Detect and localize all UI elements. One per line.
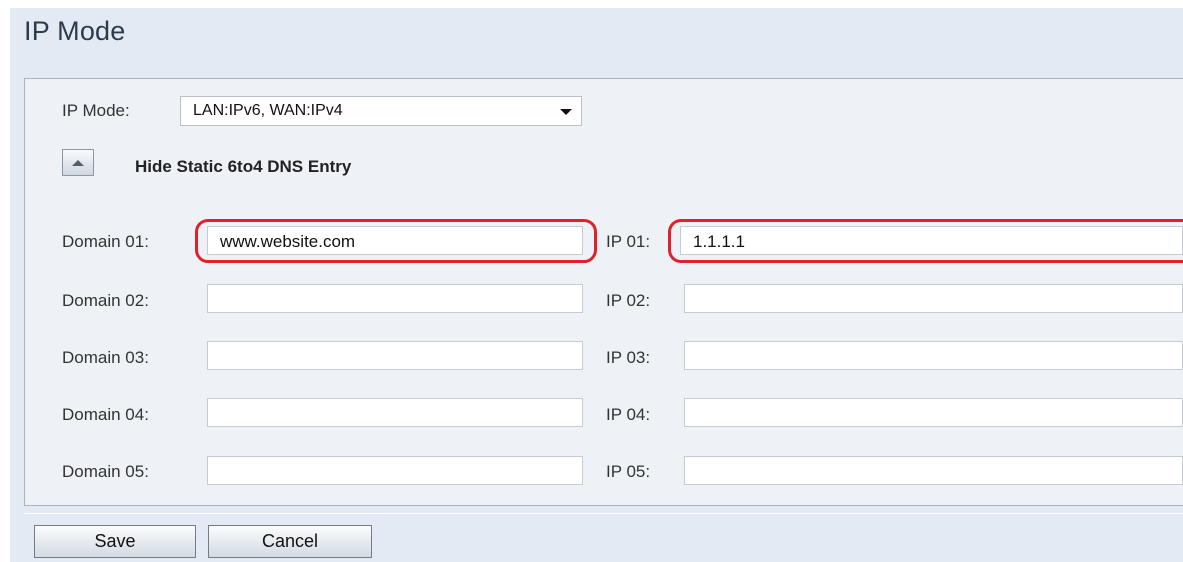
domain-05-field[interactable] (207, 456, 583, 485)
ip-mode-label: IP Mode: (62, 101, 130, 120)
ip-mode-selected-value: LAN:IPv6, WAN:IPv4 (193, 102, 343, 119)
ip-02-label: IP 02: (606, 291, 651, 310)
domain-03-label: Domain 03: (62, 348, 149, 367)
domain-02-label: Domain 02: (62, 291, 149, 310)
chevron-down-icon (560, 109, 572, 115)
domain-04-field[interactable] (207, 398, 583, 427)
divider (24, 513, 1183, 514)
save-button[interactable]: Save (34, 525, 196, 558)
ip-mode-select[interactable]: LAN:IPv6, WAN:IPv4 (180, 96, 582, 126)
ip-05-label: IP 05: (606, 462, 651, 481)
page-title: IP Mode (24, 16, 126, 46)
section-title: Hide Static 6to4 DNS Entry (135, 157, 352, 176)
domain-01-field[interactable]: www.website.com (207, 226, 583, 255)
ip-01-value: 1.1.1.1 (693, 232, 745, 251)
ip-03-label: IP 03: (606, 348, 651, 367)
domain-02-field[interactable] (207, 284, 583, 313)
ip-04-field[interactable] (684, 398, 1183, 427)
domain-01-label: Domain 01: (62, 232, 149, 251)
ip-03-field[interactable] (684, 341, 1183, 370)
ip-01-field[interactable]: 1.1.1.1 (680, 226, 1183, 255)
toggle-dns-section-button[interactable] (62, 149, 94, 176)
cancel-button[interactable]: Cancel (208, 525, 372, 558)
triangle-up-icon (72, 160, 84, 166)
domain-03-field[interactable] (207, 341, 583, 370)
ip-01-label: IP 01: (606, 232, 651, 251)
ip-05-field[interactable] (684, 456, 1183, 485)
ip-04-label: IP 04: (606, 405, 651, 424)
ip-02-field[interactable] (684, 284, 1183, 313)
domain-04-label: Domain 04: (62, 405, 149, 424)
domain-05-label: Domain 05: (62, 462, 149, 481)
domain-01-value: www.website.com (220, 232, 356, 251)
